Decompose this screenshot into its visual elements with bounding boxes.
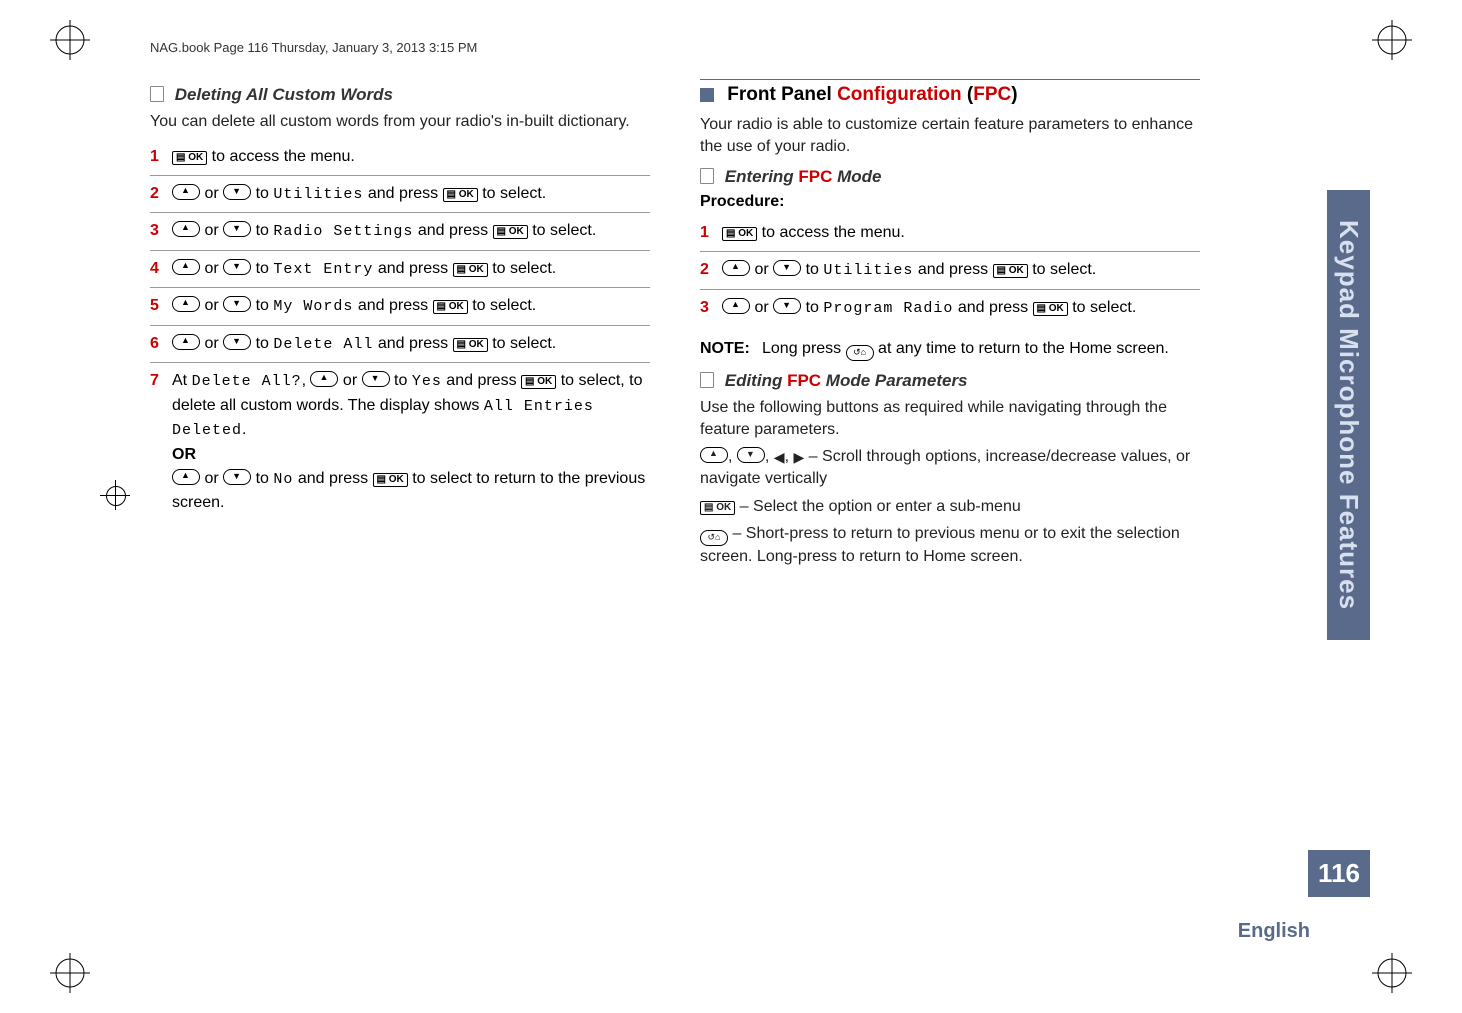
language-label: English xyxy=(1238,920,1310,943)
right-column: Front Panel Configuration (FPC) Your rad… xyxy=(700,75,1200,574)
down-key-icon xyxy=(362,371,390,387)
step-1: 1 ▤ OK to access the menu. xyxy=(150,139,650,176)
down-key-icon xyxy=(223,469,251,485)
page-header: NAG.book Page 116 Thursday, January 3, 2… xyxy=(150,40,1230,55)
heading-fpc: Front Panel Configuration (FPC) xyxy=(700,79,1200,106)
registration-mark-top-left xyxy=(50,20,90,60)
step-6: 6 or to Delete All and press ▤ OK to sel… xyxy=(150,326,650,364)
registration-mark-bottom-left xyxy=(50,953,90,993)
down-key-icon xyxy=(223,259,251,275)
ok-key-icon: ▤ OK xyxy=(1033,302,1068,316)
left-column: Deleting All Custom Words You can delete… xyxy=(150,75,650,574)
doc-icon xyxy=(700,372,714,388)
crop-mark-left xyxy=(100,480,130,510)
r-step-2: 2 or to Utilities and press ▤ OK to sele… xyxy=(700,252,1200,290)
down-key-icon xyxy=(737,447,765,463)
up-key-icon xyxy=(172,221,200,237)
ok-key-icon: ▤ OK xyxy=(373,473,408,487)
subheading-deleting-words: Deleting All Custom Words xyxy=(150,85,650,105)
up-key-icon xyxy=(172,296,200,312)
ok-key-icon: ▤ OK xyxy=(453,338,488,352)
step-7: 7 At Delete All?, or to Yes and press ▤ … xyxy=(150,363,650,521)
intro-text: You can delete all custom words from you… xyxy=(150,111,650,133)
step-3: 3 or to Radio Settings and press ▤ OK to… xyxy=(150,213,650,251)
down-key-icon xyxy=(773,260,801,276)
step-4: 4 or to Text Entry and press ▤ OK to sel… xyxy=(150,251,650,289)
ok-key-line: ▤ OK – Select the option or enter a sub-… xyxy=(700,496,1200,518)
doc-icon xyxy=(150,86,164,102)
ok-key-icon: ▤ OK xyxy=(722,227,757,241)
step-2: 2 or to Utilities and press ▤ OK to sele… xyxy=(150,176,650,214)
left-triangle-icon: ◀ xyxy=(774,449,785,465)
ok-key-icon: ▤ OK xyxy=(521,375,556,389)
down-key-icon xyxy=(223,296,251,312)
procedure-label: Procedure: xyxy=(700,193,1200,211)
home-key-line: ↺⌂ – Short-press to return to previous m… xyxy=(700,523,1200,568)
home-key-icon: ↺⌂ xyxy=(700,530,728,546)
ok-key-icon: ▤ OK xyxy=(700,501,735,515)
page-number: 116 xyxy=(1308,850,1370,897)
up-key-icon xyxy=(172,259,200,275)
registration-mark-top-right xyxy=(1372,20,1412,60)
subheading-editing-fpc: Editing FPC Mode Parameters xyxy=(700,371,1200,391)
step-5: 5 or to My Words and press ▤ OK to selec… xyxy=(150,288,650,326)
ok-key-icon: ▤ OK xyxy=(993,264,1028,278)
down-key-icon xyxy=(223,334,251,350)
r-step-1: 1 ▤ OK to access the menu. xyxy=(700,215,1200,252)
down-key-icon xyxy=(223,184,251,200)
ok-key-icon: ▤ OK xyxy=(172,151,207,165)
up-key-icon xyxy=(722,260,750,276)
ok-key-icon: ▤ OK xyxy=(453,263,488,277)
home-key-icon: ↺⌂ xyxy=(846,345,874,361)
subheading-entering-fpc: Entering FPC Mode xyxy=(700,167,1200,187)
ok-key-icon: ▤ OK xyxy=(433,300,468,314)
intro-text: Your radio is able to customize certain … xyxy=(700,114,1200,157)
ok-key-icon: ▤ OK xyxy=(443,188,478,202)
nav-buttons-line: , , ◀, ▶ – Scroll through options, incre… xyxy=(700,446,1200,489)
registration-mark-bottom-right xyxy=(1372,953,1412,993)
ok-key-icon: ▤ OK xyxy=(493,225,528,239)
r-step-3: 3 or to Program Radio and press ▤ OK to … xyxy=(700,290,1200,327)
edit-intro: Use the following buttons as required wh… xyxy=(700,397,1200,440)
up-key-icon xyxy=(310,371,338,387)
up-key-icon xyxy=(172,184,200,200)
doc-icon xyxy=(700,168,714,184)
up-key-icon xyxy=(172,469,200,485)
side-tab-title: Keypad Microphone Features xyxy=(1327,190,1370,640)
down-key-icon xyxy=(773,298,801,314)
up-key-icon xyxy=(722,298,750,314)
down-key-icon xyxy=(223,221,251,237)
up-key-icon xyxy=(700,447,728,463)
note-block: NOTE: Long press ↺⌂ at any time to retur… xyxy=(700,340,1200,361)
up-key-icon xyxy=(172,334,200,350)
right-triangle-icon: ▶ xyxy=(793,449,804,465)
